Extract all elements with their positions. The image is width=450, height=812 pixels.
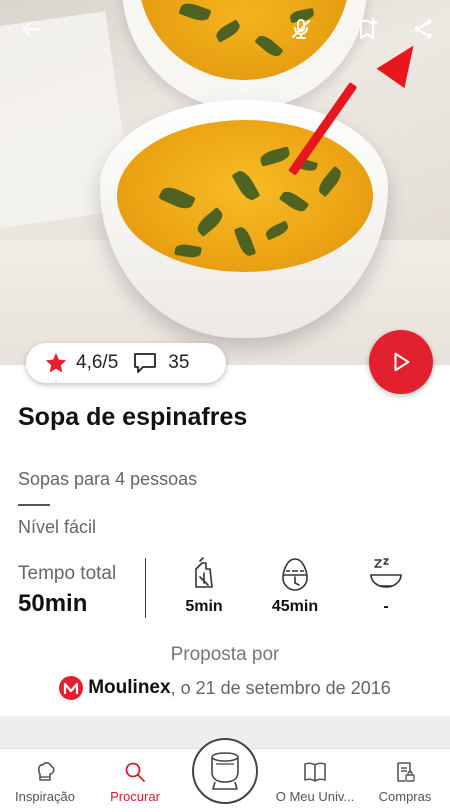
- cooking-robot-icon: [211, 752, 239, 790]
- divider: [145, 558, 146, 618]
- back-button[interactable]: [14, 12, 48, 46]
- search-icon: [125, 762, 145, 782]
- mute-button[interactable]: [284, 12, 318, 46]
- rating-pill[interactable]: 4,6/5 35: [26, 343, 226, 383]
- cook-time: 45min: [265, 556, 325, 616]
- knife-board-icon: [195, 557, 213, 588]
- chef-hat-icon: [37, 762, 55, 781]
- rest-time-value: -: [383, 598, 389, 615]
- prep-time-value: 5min: [185, 598, 223, 615]
- cook-time-value: 45min: [271, 598, 319, 615]
- total-time-label: Tempo total: [18, 563, 117, 584]
- divider: [18, 504, 50, 506]
- star-icon: [45, 353, 67, 373]
- play-video-button[interactable]: [369, 330, 433, 394]
- bookmark-add-icon: [360, 18, 378, 39]
- mic-off-icon: [292, 19, 310, 39]
- arrow-left-icon: [22, 21, 40, 37]
- nav-label: O Meu Univ...: [275, 789, 355, 804]
- resting-bowl-icon: [370, 558, 402, 588]
- difficulty-level: Nível fácil: [18, 517, 97, 537]
- brand-name[interactable]: Moulinex: [88, 677, 170, 699]
- recipe-subtitle: Sopas para 4 pessoas: [18, 469, 198, 489]
- moulinex-logo-icon: [59, 676, 84, 700]
- rest-time: -: [356, 556, 416, 616]
- recipe-hero-image: [0, 0, 450, 365]
- author-line[interactable]: Moulinex , o 21 de setembro de 2016: [0, 676, 450, 700]
- comment-count: 35: [168, 352, 190, 373]
- nav-inspiration[interactable]: Inspiração: [0, 759, 90, 804]
- prep-time: 5min: [174, 556, 234, 616]
- egg-timer-icon: [282, 558, 308, 591]
- nav-my-universe[interactable]: O Meu Univ...: [270, 759, 360, 804]
- nav-label: Compras: [378, 789, 432, 804]
- total-time-value: 50min: [18, 590, 88, 617]
- nav-shopping[interactable]: Compras: [360, 759, 450, 804]
- share-button[interactable]: [406, 12, 440, 46]
- play-icon: [394, 352, 410, 372]
- recipe-title: Sopa de espinafres: [18, 403, 248, 431]
- publish-date: , o 21 de setembro de 2016: [170, 677, 391, 698]
- nav-label: Procurar: [110, 789, 160, 804]
- nav-search[interactable]: Procurar: [90, 759, 180, 804]
- nav-label: Inspiração: [15, 789, 75, 804]
- proposed-by-label: Proposta por: [170, 644, 280, 665]
- appliance-button[interactable]: [192, 738, 258, 804]
- share-icon: [414, 19, 432, 39]
- shopping-list-icon: [397, 762, 415, 782]
- book-icon: [304, 762, 326, 782]
- comment-icon: [134, 353, 157, 373]
- bookmark-button[interactable]: [350, 12, 384, 46]
- rating-score: 4,6/5: [76, 352, 119, 373]
